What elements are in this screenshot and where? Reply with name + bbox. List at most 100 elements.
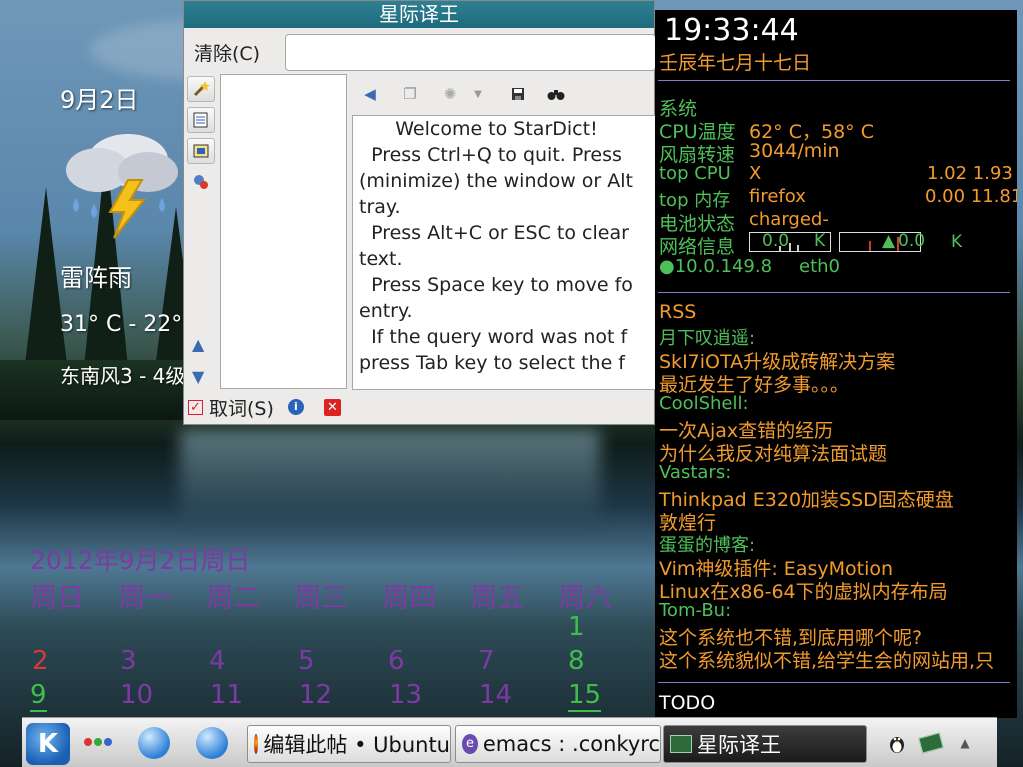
definition-line: Press Alt+C or ESC to clear — [359, 222, 629, 244]
thunderstorm-icon — [66, 134, 178, 239]
feed-item[interactable]: 这个系统貌似不错,给学生会的网站用,只 — [659, 646, 994, 673]
activity-dots-icon[interactable] — [84, 738, 112, 748]
definition-line: tray. — [359, 196, 401, 218]
definition-line: Press Space key to move fo — [359, 274, 633, 296]
rss-header: RSS — [659, 301, 697, 323]
task-label: 编辑此帖 • Ubuntu — [263, 733, 450, 757]
definition-line: Welcome to StarDict! — [359, 118, 598, 140]
scan-bar: ✓ 取词(S) i ✕ — [188, 394, 341, 420]
calendar-day: 14 — [479, 680, 513, 710]
battery-value: charged- — [749, 209, 829, 230]
close-icon[interactable]: ✕ — [323, 398, 341, 416]
stardict-tray-icon[interactable] — [918, 730, 944, 756]
network-globe-icon[interactable] — [196, 727, 228, 759]
calendar-day: 7 — [478, 646, 495, 676]
clear-button[interactable]: 清除(C) — [194, 39, 260, 66]
calendar-day: 1 — [568, 612, 585, 642]
download-speed: 0.0 — [762, 231, 790, 251]
calendar-weekday: 周二 — [206, 583, 260, 614]
calendar-weekday: 周四 — [382, 583, 436, 614]
calendar-day: 8 — [568, 646, 585, 676]
upload-arrow-icon: ▲ — [882, 231, 896, 251]
calendar-day: 12 — [299, 680, 333, 710]
stardict-icon — [670, 735, 692, 753]
chevron-down-icon[interactable]: ▼ — [466, 81, 490, 107]
task-firefox[interactable]: 编辑此帖 • Ubuntu — [247, 725, 451, 763]
definition-area[interactable]: Welcome to StarDict! Press Ctrl+Q to qui… — [352, 115, 656, 390]
task-label: 星际译王 — [697, 733, 781, 757]
divider — [658, 292, 1010, 293]
top-mem-process: firefox — [749, 186, 806, 207]
feed-name: Tom-Bu: — [659, 600, 732, 621]
arrow-down-icon[interactable]: ▼ — [192, 367, 204, 386]
calendar-day: 9 — [30, 680, 47, 712]
top-cpu-process: X — [749, 163, 762, 184]
arrow-up-icon[interactable]: ▲ — [192, 335, 204, 354]
stardict-window: 星际译王 清除(C) ▲ ▼ ◀ ❐ ✺ ▼ Welcome to StarDi… — [183, 0, 658, 425]
download-unit: K — [814, 231, 826, 251]
gear-icon[interactable]: ✺ — [438, 81, 462, 107]
fan-value: 3044/min — [749, 140, 840, 162]
definition-line: (minimize) the window or Alt — [359, 170, 633, 192]
speaker-icon[interactable]: ◀ — [358, 81, 382, 107]
magic-wand-icon[interactable] — [187, 76, 215, 102]
search-input[interactable] — [285, 34, 656, 71]
calendar-weekday: 周五 — [470, 583, 524, 614]
calendar-day: 2 — [32, 646, 49, 676]
taskbar: K 编辑此帖 • Ubuntu e emacs : .conkyrc 星际译王 … — [22, 717, 997, 767]
binoculars-icon[interactable] — [544, 81, 568, 107]
scan-checkbox[interactable]: ✓ — [188, 399, 203, 415]
tux-icon[interactable] — [884, 730, 910, 756]
window-titlebar[interactable]: 星际译王 — [184, 1, 654, 28]
word-list[interactable] — [220, 74, 347, 389]
download-graph: 0.0 K — [749, 231, 831, 252]
calendar-day: 11 — [210, 680, 244, 710]
task-stardict[interactable]: 星际译王 — [663, 725, 867, 763]
copy-icon[interactable]: ❐ — [398, 81, 422, 107]
top-mem-values: 0.00 11.81 — [925, 186, 1017, 207]
info-icon[interactable]: i — [287, 399, 304, 415]
clock-time: 19:33:44 — [664, 13, 799, 48]
calendar-day: 3 — [120, 646, 137, 676]
definition-line: entry. — [359, 300, 413, 322]
weather-condition: 雷阵雨 — [60, 264, 132, 292]
divider — [658, 682, 1010, 683]
firefox-icon — [254, 734, 259, 754]
feed-name: CoolShell: — [659, 393, 749, 414]
calendar-weekday: 周一 — [118, 583, 172, 614]
emacs-icon: e — [462, 734, 478, 754]
weather-date: 9月2日 — [60, 86, 139, 114]
definition-line: Press Ctrl+Q to quit. Press — [359, 144, 622, 166]
todo-header: TODO — [659, 692, 716, 714]
calendar-day: 5 — [298, 646, 315, 676]
calendar-day: 4 — [209, 646, 226, 676]
save-icon[interactable] — [506, 81, 530, 107]
network-interface: eth0 — [799, 256, 840, 277]
calendar-day: 10 — [120, 680, 154, 710]
network-label: 网络信息 — [659, 236, 736, 258]
scan-label[interactable]: 取词(S) — [209, 394, 274, 421]
network-dict-icon[interactable] — [187, 169, 215, 195]
definition-toolbar: ◀ ❐ ✺ ▼ — [358, 81, 658, 107]
weather-temperature: 31° C - 22° — [60, 312, 183, 337]
top-cpu-label: top CPU — [659, 163, 731, 184]
upload-speed: 0.0 — [898, 231, 926, 251]
calendar-weekday: 周三 — [294, 583, 348, 614]
dict-list-icon[interactable] — [187, 107, 215, 133]
task-label: emacs : .conkyrc — [482, 732, 660, 756]
network-globe-icon[interactable] — [138, 727, 170, 759]
expand-arrow-icon[interactable]: ▲ — [952, 730, 978, 756]
weather-wind: 东南风3 - 4级 — [60, 364, 186, 388]
divider — [658, 80, 1010, 81]
definition-line: press Tab key to select the f — [359, 352, 625, 374]
conky-panel: 19:33:44 壬辰年七月十七日 系统 CPU温度 62° C，58° C 风… — [655, 10, 1017, 718]
upload-unit: K — [951, 232, 963, 252]
calendar-title: 2012年9月2日周日 — [30, 546, 251, 575]
task-emacs[interactable]: e emacs : .conkyrc — [455, 725, 661, 763]
calendar-day: 6 — [388, 646, 405, 676]
upload-graph: ▲ 0.0 — [839, 231, 925, 252]
calendar-day: 13 — [389, 680, 423, 710]
ip-address: ●10.0.149.8 — [659, 256, 773, 277]
kde-menu-icon[interactable]: K — [26, 723, 70, 765]
dict-manage-icon[interactable] — [187, 138, 215, 164]
